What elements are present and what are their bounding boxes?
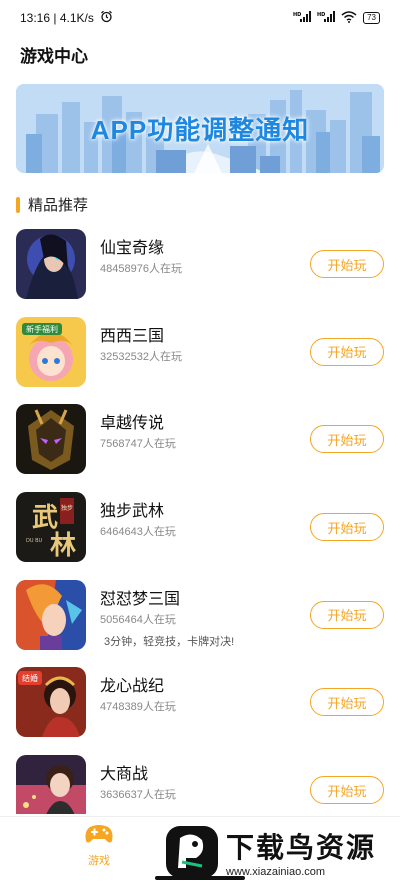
announcement-banner[interactable]: APP功能调整通知: [16, 84, 384, 173]
bird-logo-icon: [166, 826, 218, 878]
list-item[interactable]: 大商战 3636637人在玩 开始玩: [0, 752, 400, 814]
signal-hd-icon: HD: [293, 10, 312, 26]
game-thumbnail[interactable]: [16, 755, 86, 814]
game-players: 7568747人在玩: [100, 438, 176, 451]
thumb-tag: 结婚: [22, 673, 38, 683]
game-thumbnail[interactable]: [16, 579, 86, 650]
banner-text: APP功能调整通知: [90, 115, 310, 145]
screen: 13:16 | 4.1K/s HD HD 73 游戏中心 APP功能调整通知 精…: [0, 0, 400, 888]
status-bar: 13:16 | 4.1K/s HD HD 73: [0, 0, 400, 36]
play-button[interactable]: 开始玩: [310, 337, 384, 366]
thumb-char: 武: [32, 503, 58, 533]
list-item[interactable]: 结婚 龙心战纪 4748389人在玩 开始玩: [0, 664, 400, 752]
watermark-url: www.xiazainiao.com: [226, 866, 326, 878]
game-name: 怼怼梦三国: [100, 590, 181, 608]
game-thumbnail[interactable]: 结婚: [16, 667, 86, 738]
section-accent-bar: [16, 196, 20, 213]
game-players: 48458976人在玩: [100, 263, 182, 275]
play-button[interactable]: 开始玩: [310, 250, 384, 278]
thumb-tag: 独步: [61, 504, 73, 512]
play-button[interactable]: 开始玩: [310, 600, 384, 629]
list-item[interactable]: 武林 独步 DU BU 独步武林 6464643人在玩 开始玩: [0, 489, 400, 577]
play-button[interactable]: 开始玩: [310, 688, 384, 717]
game-name: 西西三国: [100, 327, 165, 345]
home-indicator: [155, 876, 245, 880]
thumb-char: 林: [50, 531, 76, 561]
game-players: 4748389人在玩: [100, 701, 176, 714]
nav-item-games[interactable]: 游戏: [76, 821, 122, 868]
game-players: 3636637人在玩: [100, 789, 176, 802]
wifi-icon: [341, 10, 357, 26]
signal-hd-icon-2: HD: [317, 10, 336, 26]
game-name: 龙心战纪: [100, 678, 165, 696]
game-list: 仙宝奇缘 48458976人在玩 开始玩 新手福利 西西三国 32532532人…: [0, 226, 400, 814]
section-title: 精品推荐: [28, 197, 89, 214]
game-players: 5056464人在玩: [100, 613, 176, 626]
page-title: 游戏中心: [20, 47, 88, 66]
game-thumbnail[interactable]: [16, 404, 86, 475]
game-thumbnail[interactable]: [16, 229, 86, 299]
thumb-tag: DU BU: [26, 538, 43, 544]
list-item[interactable]: 卓越传说 7568747人在玩 开始玩: [0, 401, 400, 489]
alarm-icon: [100, 10, 113, 26]
gamepad-icon: [84, 821, 114, 850]
game-name: 大商战: [100, 766, 149, 784]
battery-icon: 73: [363, 12, 380, 24]
game-name: 独步武林: [100, 503, 165, 521]
thumb-tag: 新手福利: [26, 324, 58, 334]
play-button[interactable]: 开始玩: [310, 513, 384, 542]
nav-label: 游戏: [88, 855, 110, 867]
game-name: 卓越传说: [100, 415, 165, 433]
game-name: 仙宝奇缘: [100, 240, 165, 257]
list-item[interactable]: 仙宝奇缘 48458976人在玩 开始玩: [0, 226, 400, 314]
game-players: 6464643人在玩: [100, 526, 176, 539]
watermark-title: 下载鸟资源: [226, 832, 377, 863]
play-button[interactable]: 开始玩: [310, 425, 384, 454]
section-header: 精品推荐: [16, 194, 88, 215]
game-players: 32532532人在玩: [100, 350, 182, 363]
game-description: 3分钟，轻竞技，卡牌对决!: [104, 635, 235, 648]
game-thumbnail[interactable]: 新手福利: [16, 316, 86, 387]
list-item[interactable]: 怼怼梦三国 5056464人在玩 3分钟，轻竞技，卡牌对决! 开始玩: [0, 577, 400, 665]
status-time: 13:16 | 4.1K/s: [20, 11, 94, 25]
game-thumbnail[interactable]: 武林 独步 DU BU: [16, 492, 86, 563]
list-item[interactable]: 新手福利 西西三国 32532532人在玩 开始玩: [0, 314, 400, 402]
play-button[interactable]: 开始玩: [310, 776, 384, 805]
svg-text:HD: HD: [317, 12, 325, 18]
svg-text:HD: HD: [293, 12, 301, 18]
